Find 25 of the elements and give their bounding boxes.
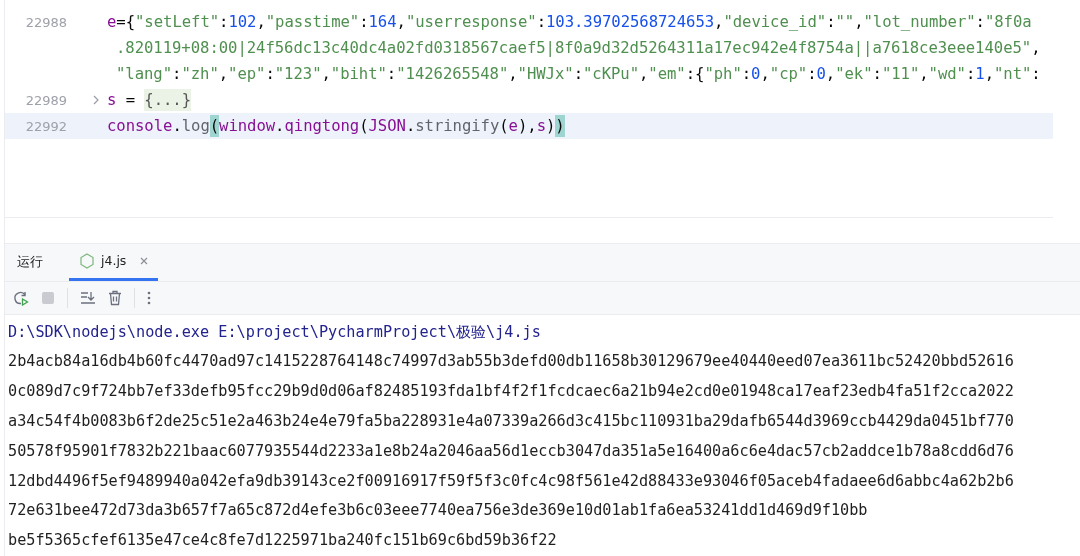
trash-icon[interactable]	[108, 289, 122, 306]
output-line: 0c089d7c9f724bb7ef33defb95fcc29b9d0d06af82485193fda1bf4f2f1fcdcaec6a21b94e2cd0e01948ca17eaf23edb4fa51f2cca2022	[7, 381, 1015, 403]
code-line: "lang":"zh","ep":"123","biht":"1426265548","HWJx":"cKPu","em":{"ph":0,"cp":0,"ek":"11","wd":1,"nt":	[115, 65, 1041, 83]
hexagon-icon	[79, 252, 95, 269]
code-line: e={"setLeft":102,"passtime":164,"userresponse":103.39702568724653,"device_id":"","lot_number":"8f0a	[107, 13, 1032, 31]
code-line: s = {...}	[107, 91, 192, 109]
output-line: a34c54f4b0083b6f2de25c51e2a463b24e4e79fa5ba228931e4a07339a266d3c415bc110931ba29dafb6544d3969ccb4429da0451bf770	[7, 411, 1015, 432]
line-number: 22992	[24, 118, 67, 134]
line-number: 22989	[24, 92, 67, 108]
code-line: .820119+08:00|24f56dc13c40dc4a02fd0318567caef5|8f0a9d32d5264311a17ec942e4f8754a||a7618ce3eee140e5",	[115, 39, 1041, 57]
output-line: 72e631bee472d73da3b657f7a65c872d4efe3b6c03eee7740ea756e3de369e10d01ab1fa6ea53241dd1d469d9f10bb	[7, 500, 869, 522]
output-line: 50578f95901f7832b221baac6077935544d2233a1e8b24a2046aa56d1eccb3047da351a5e16400a6c6e4dac57cb2addce1b78a8cdd6d76	[7, 440, 1015, 462]
line-number: 22988	[24, 14, 67, 30]
scroll-to-end-icon[interactable]	[80, 290, 96, 305]
chevron-icon[interactable]	[93, 95, 100, 105]
close-icon[interactable]	[140, 256, 149, 265]
panel-title: 运行	[17, 253, 43, 271]
output-line: 12dbd4496f5ef9489940a042efa9db39143ce2f00916917f59f5f3c0fc4c98f561e42d88433e93046f05aceb4fadaee6d6abbc4a62b2b6	[7, 470, 1015, 492]
more-icon[interactable]	[147, 290, 151, 305]
command-line: D:\SDK\nodejs\node.exe E:\project\PycharmProject\极验\j4.js	[7, 321, 542, 343]
output-line: 2b4acb84a16db4b60fc4470ad97c1415228764148c74997d3ab55b3defd00db11658b30129679ee40440eed07ea3611bc52420bbd52616	[7, 351, 1015, 373]
file-tab[interactable]: j4.js	[69, 243, 159, 281]
rerun-icon[interactable]	[13, 289, 29, 306]
code-line: console.log(window.qingtong(JSON.stringify(e),s))	[107, 117, 565, 135]
output-line: be5f5365cfef6135e47ce4c8fe7d1225971ba240fc151b69c6bd59b36f22	[7, 530, 558, 552]
